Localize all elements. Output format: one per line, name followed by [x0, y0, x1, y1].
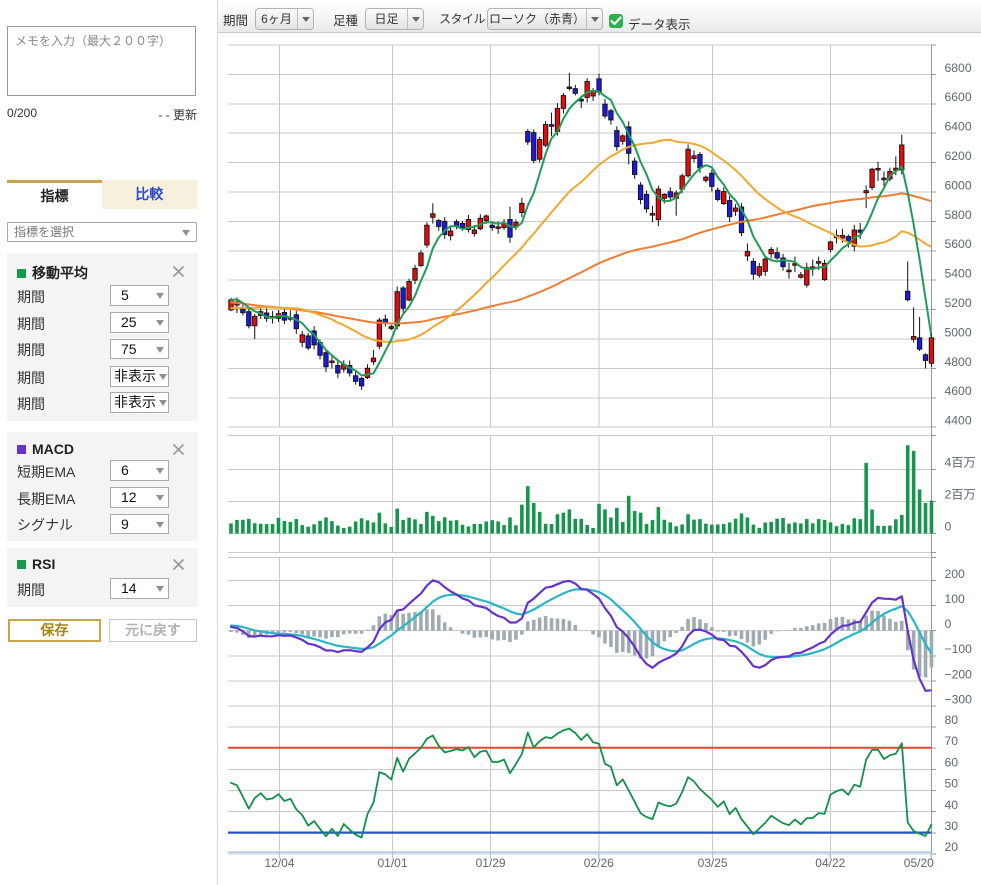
- svg-text:0: 0: [945, 617, 952, 631]
- svg-text:5800: 5800: [945, 208, 972, 222]
- svg-text:200: 200: [945, 567, 966, 581]
- svg-text:6000: 6000: [945, 178, 972, 192]
- svg-text:04/22: 04/22: [815, 856, 845, 870]
- svg-text:70: 70: [945, 734, 959, 748]
- svg-text:6600: 6600: [945, 90, 972, 104]
- svg-text:4600: 4600: [945, 384, 972, 398]
- svg-text:4800: 4800: [945, 355, 972, 369]
- svg-text:4百万: 4百万: [945, 455, 976, 469]
- svg-text:0: 0: [945, 520, 952, 534]
- svg-text:−300: −300: [945, 692, 973, 706]
- svg-text:2百万: 2百万: [945, 487, 976, 501]
- svg-text:6800: 6800: [945, 61, 972, 75]
- svg-text:05/20: 05/20: [904, 856, 934, 870]
- svg-text:5600: 5600: [945, 237, 972, 251]
- svg-text:12/04: 12/04: [264, 856, 294, 870]
- svg-text:5000: 5000: [945, 325, 972, 339]
- svg-text:100: 100: [945, 592, 966, 606]
- svg-text:03/25: 03/25: [698, 856, 728, 870]
- svg-text:60: 60: [945, 755, 959, 769]
- svg-text:6200: 6200: [945, 149, 972, 163]
- svg-text:−100: −100: [945, 642, 973, 656]
- svg-text:01/29: 01/29: [476, 856, 506, 870]
- svg-text:40: 40: [945, 798, 959, 812]
- svg-text:01/01: 01/01: [377, 856, 407, 870]
- svg-text:30: 30: [945, 819, 959, 833]
- svg-text:20: 20: [945, 840, 959, 854]
- svg-text:6400: 6400: [945, 120, 972, 134]
- svg-text:4400: 4400: [945, 414, 972, 428]
- svg-text:5200: 5200: [945, 296, 972, 310]
- svg-text:02/26: 02/26: [584, 856, 614, 870]
- svg-text:80: 80: [945, 713, 959, 727]
- svg-text:−200: −200: [945, 667, 973, 681]
- svg-text:50: 50: [945, 777, 959, 791]
- svg-text:5400: 5400: [945, 267, 972, 281]
